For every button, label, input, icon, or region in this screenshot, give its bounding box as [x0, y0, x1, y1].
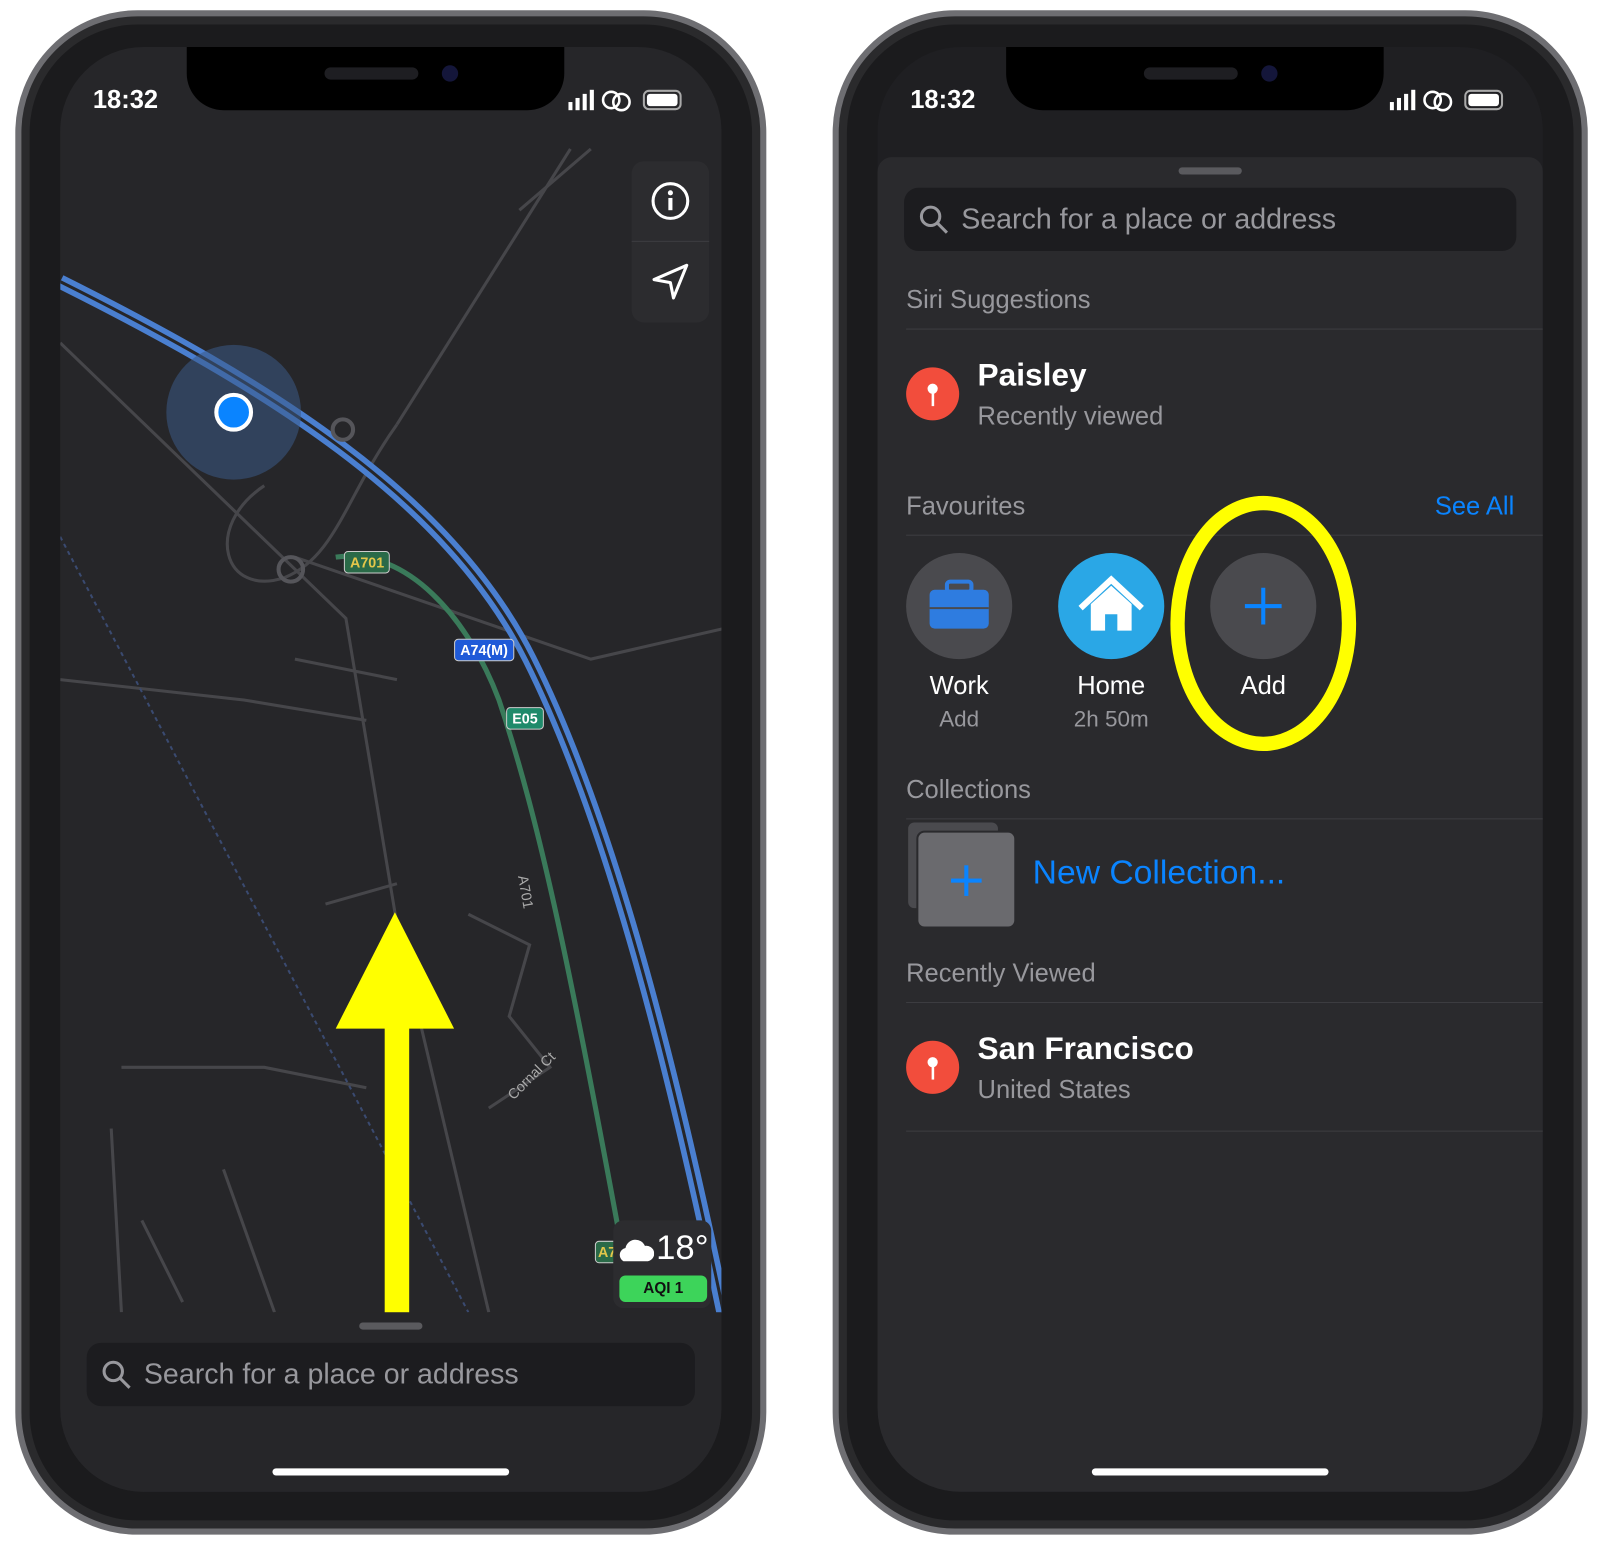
search-input[interactable]: Search for a place or address	[904, 187, 1517, 252]
right-phone: Search for a place or address Siri Sugge…	[832, 10, 1588, 1535]
divider	[906, 1002, 1543, 1004]
expanded-sheet: Search for a place or address Siri Sugge…	[877, 157, 1543, 1492]
plus-icon	[951, 865, 982, 896]
notch	[1006, 46, 1384, 111]
road-shield-a701: A701	[343, 551, 391, 574]
pin-icon	[906, 1040, 960, 1094]
pin-icon	[906, 367, 960, 421]
info-icon	[651, 182, 690, 220]
sheet-grabber[interactable]	[1178, 167, 1242, 175]
info-button[interactable]	[631, 161, 710, 242]
annotation-arrow-shaft	[384, 1026, 410, 1323]
weather-temp: 18°	[656, 1228, 709, 1268]
location-arrow-icon	[652, 263, 689, 300]
annotation-arrow-head	[335, 912, 455, 1029]
left-phone: A701 A74(M) E05 A701 Cornal Ct A7 18° AQ…	[15, 10, 767, 1535]
map-controls	[631, 161, 710, 323]
house-icon	[1078, 575, 1144, 631]
search-input[interactable]: Search for a place or address	[86, 1342, 695, 1407]
annotation-circle	[1170, 495, 1357, 752]
cloud-icon	[619, 1239, 655, 1262]
siri-suggestions-header: Siri Suggestions	[906, 285, 1091, 315]
status-icons	[568, 89, 682, 112]
divider	[906, 328, 1543, 330]
map-screen: A701 A74(M) E05 A701 Cornal Ct A7 18° AQ…	[60, 46, 722, 1492]
notch	[186, 46, 565, 111]
sheet-grabber[interactable]	[359, 1322, 423, 1330]
search-icon	[919, 205, 949, 234]
home-indicator	[1091, 1468, 1329, 1476]
road-shield-a74m: A74(M)	[454, 638, 514, 662]
search-icon	[102, 1360, 131, 1389]
location-button[interactable]	[632, 242, 710, 322]
sheet-screen: Search for a place or address Siri Sugge…	[877, 46, 1543, 1492]
status-icons	[1389, 89, 1504, 112]
aqi-badge: AQI 1	[619, 1275, 708, 1303]
home-indicator	[272, 1468, 510, 1476]
recently-viewed-header: Recently Viewed	[906, 959, 1096, 988]
user-location-dot	[214, 392, 254, 432]
road-shield-e05: E05	[506, 707, 544, 730]
divider	[906, 818, 1543, 820]
briefcase-icon	[929, 579, 989, 629]
weather-widget[interactable]: 18° AQI 1	[613, 1220, 712, 1309]
status-time: 18:32	[92, 85, 159, 115]
see-all-link[interactable]: See All	[1435, 492, 1514, 522]
divider	[906, 1130, 1543, 1132]
collections-header: Collections	[906, 775, 1031, 805]
bottom-sheet[interactable]: Search for a place or address	[60, 1312, 722, 1492]
status-time: 18:32	[910, 85, 976, 115]
